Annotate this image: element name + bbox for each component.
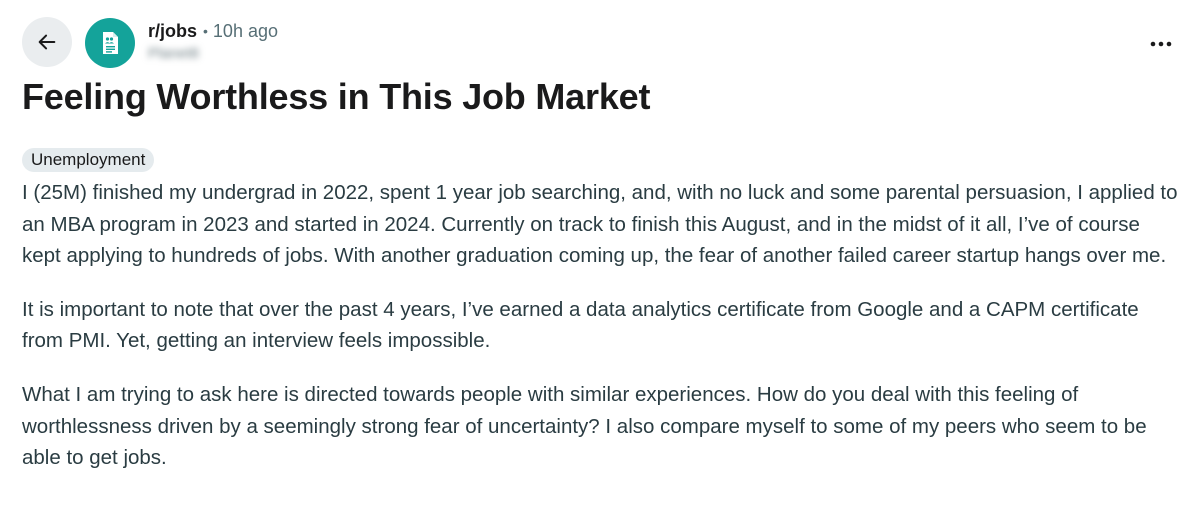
post-header: r/jobs • 10h ago Planet8 <box>22 17 1182 69</box>
post-flair-badge[interactable]: Unemployment <box>22 148 155 172</box>
post-paragraph: What I am trying to ask here is directed… <box>22 382 1147 470</box>
post-title: Feeling Worthless in This Job Market <box>22 76 651 117</box>
author-username-link[interactable]: Planet8 <box>148 45 199 63</box>
subreddit-name-link[interactable]: r/jobs <box>148 19 197 43</box>
document-people-icon <box>103 32 118 54</box>
post-paragraph: I (25M) finished my undergrad in 2022, s… <box>22 181 1178 268</box>
post-body: I (25M) finished my undergrad in 2022, s… <box>22 177 1182 496</box>
ellipsis-horizontal-icon <box>1150 41 1172 47</box>
post-timestamp: 10h ago <box>212 21 278 41</box>
more-options-button[interactable] <box>1146 29 1176 59</box>
post-paragraph: It is important to note that over the pa… <box>22 297 1139 353</box>
subreddit-avatar[interactable] <box>85 18 135 68</box>
meta-separator: • <box>203 23 208 39</box>
post-meta: r/jobs • 10h ago Planet8 <box>148 19 278 67</box>
back-button[interactable] <box>22 17 72 67</box>
arrow-left-icon <box>38 34 56 50</box>
